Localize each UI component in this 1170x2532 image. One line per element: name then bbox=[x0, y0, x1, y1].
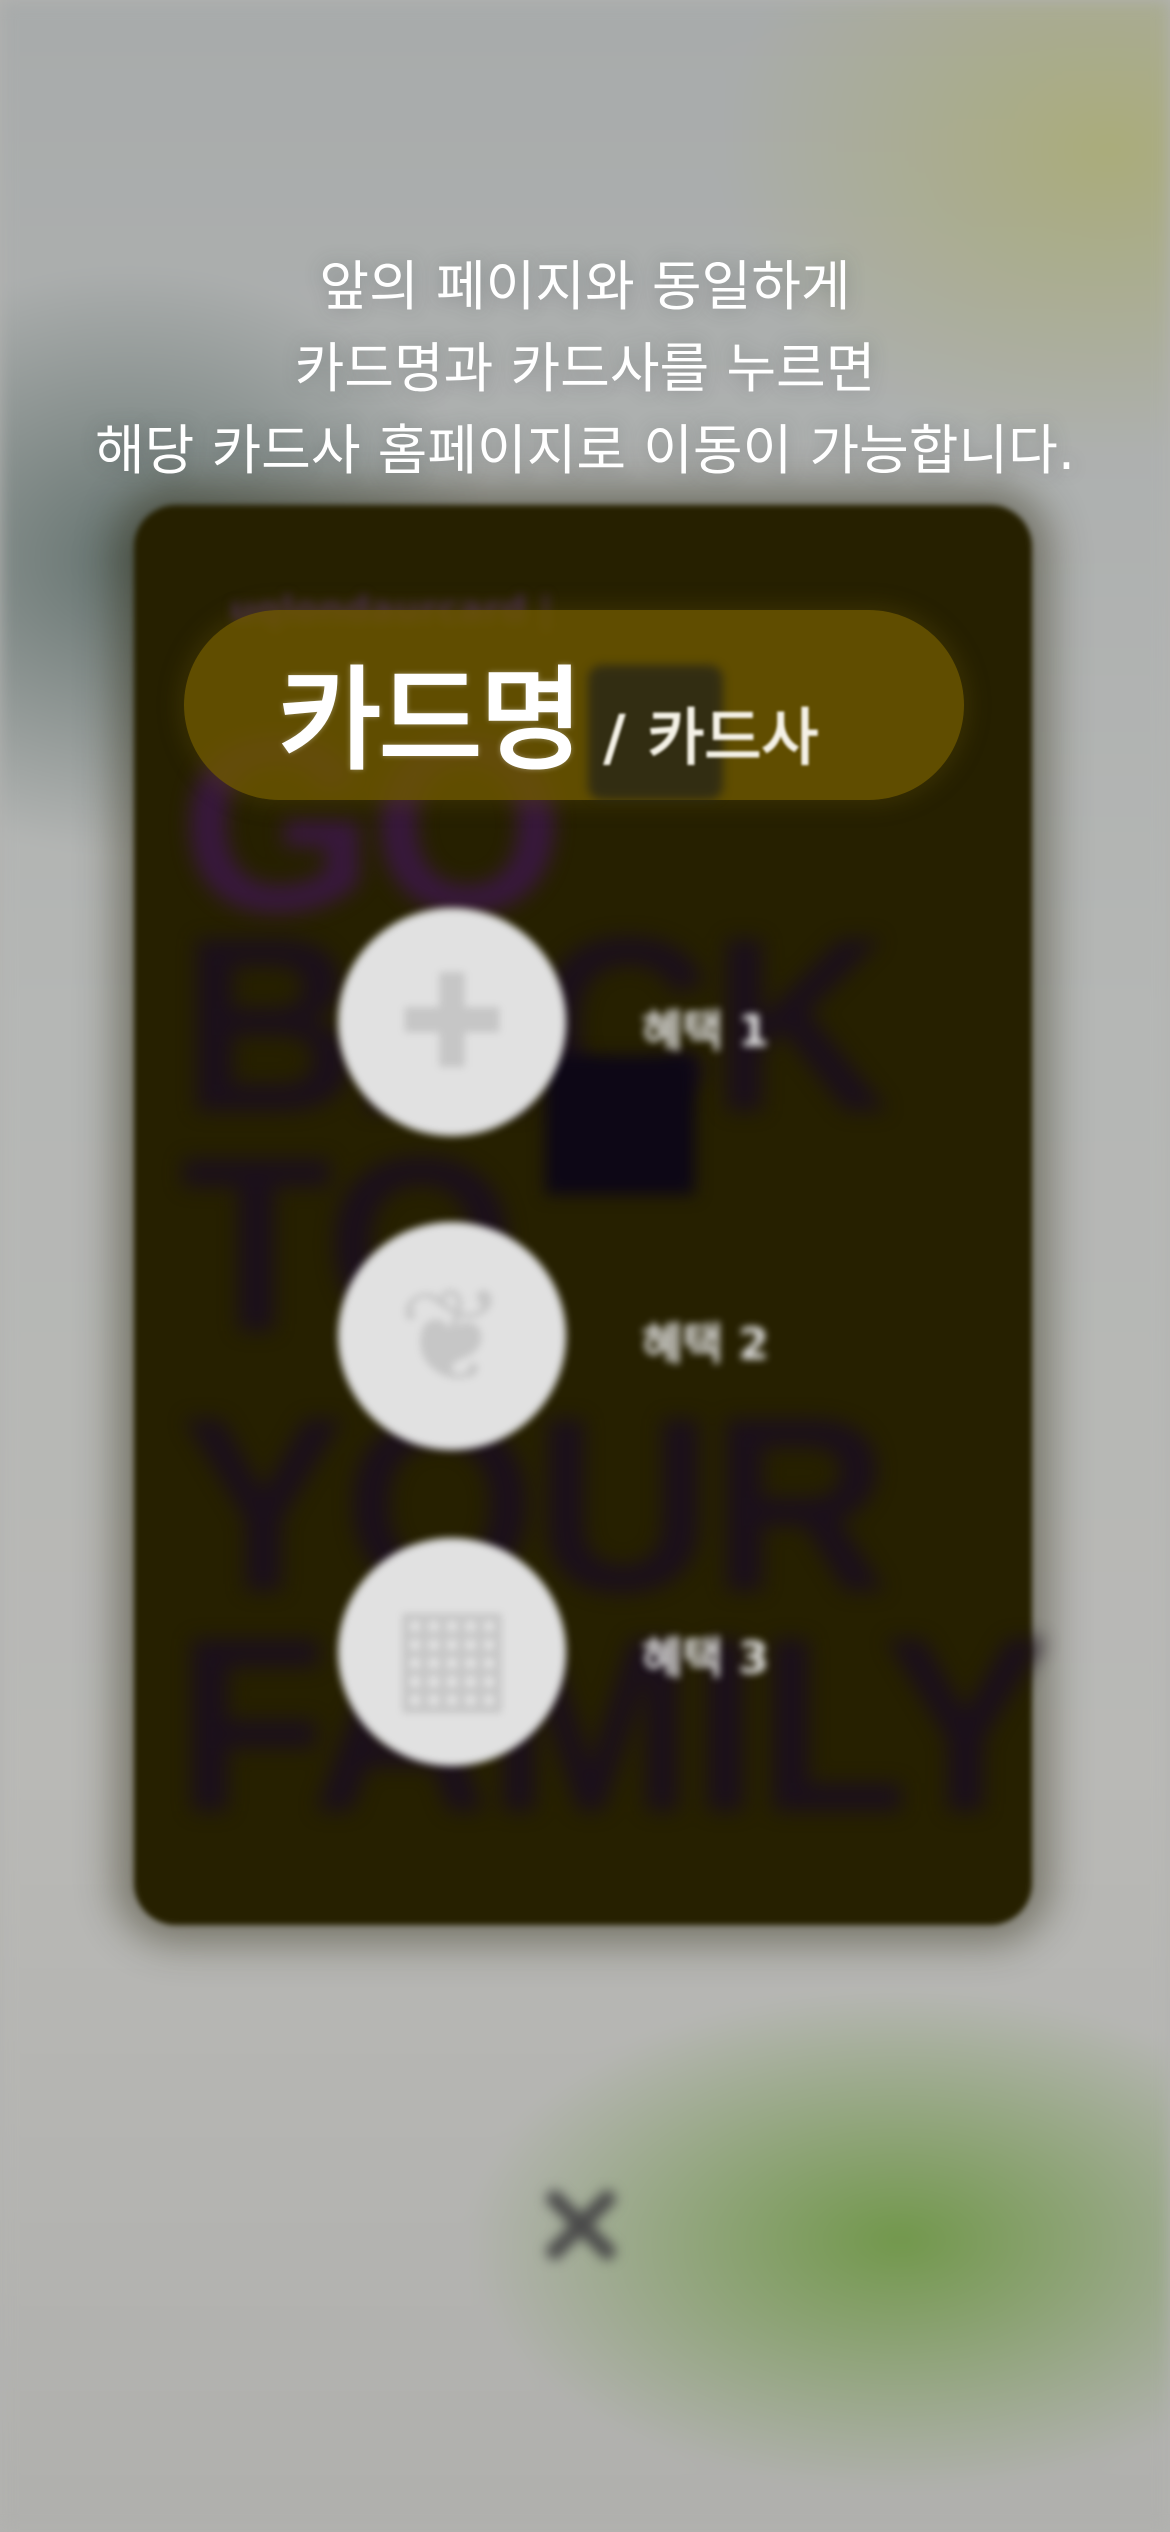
plus-icon: ✚ bbox=[397, 946, 507, 1098]
guide-text: 앞의 페이지와 동일하게 카드명과 카드사를 누르면 해당 카드사 홈페이지로 … bbox=[0, 246, 1170, 492]
blurred-dark-block bbox=[545, 1055, 695, 1195]
leaf-icon: ❦ bbox=[397, 1260, 507, 1412]
card-name-label[interactable]: 카드명 bbox=[278, 630, 583, 792]
guide-line-3: 해당 카드사 홈페이지로 이동이 가능합니다. bbox=[94, 419, 1076, 482]
card-name-company[interactable]: 카드명 / 카드사 bbox=[278, 630, 818, 786]
guide-line-1: 앞의 페이지와 동일하게 bbox=[319, 255, 851, 318]
blurred-word-5: FAMILY bbox=[175, 1585, 1049, 1864]
card-company-label[interactable]: / 카드사 bbox=[603, 687, 818, 777]
benefit-2-circle: ❦ bbox=[338, 1222, 566, 1450]
benefit-3-circle: ▦ bbox=[338, 1538, 566, 1766]
guide-line-2: 카드명과 카드사를 누르면 bbox=[294, 337, 876, 400]
benefit-1-label: 혜택 1 bbox=[642, 1006, 769, 1057]
benefit-1-circle: ✚ bbox=[338, 908, 566, 1136]
benefit-2-label: 혜택 2 bbox=[642, 1319, 769, 1370]
cart-icon: ▦ bbox=[390, 1576, 514, 1728]
benefit-3-label: 혜택 3 bbox=[642, 1633, 769, 1684]
close-icon[interactable] bbox=[535, 2180, 625, 2270]
